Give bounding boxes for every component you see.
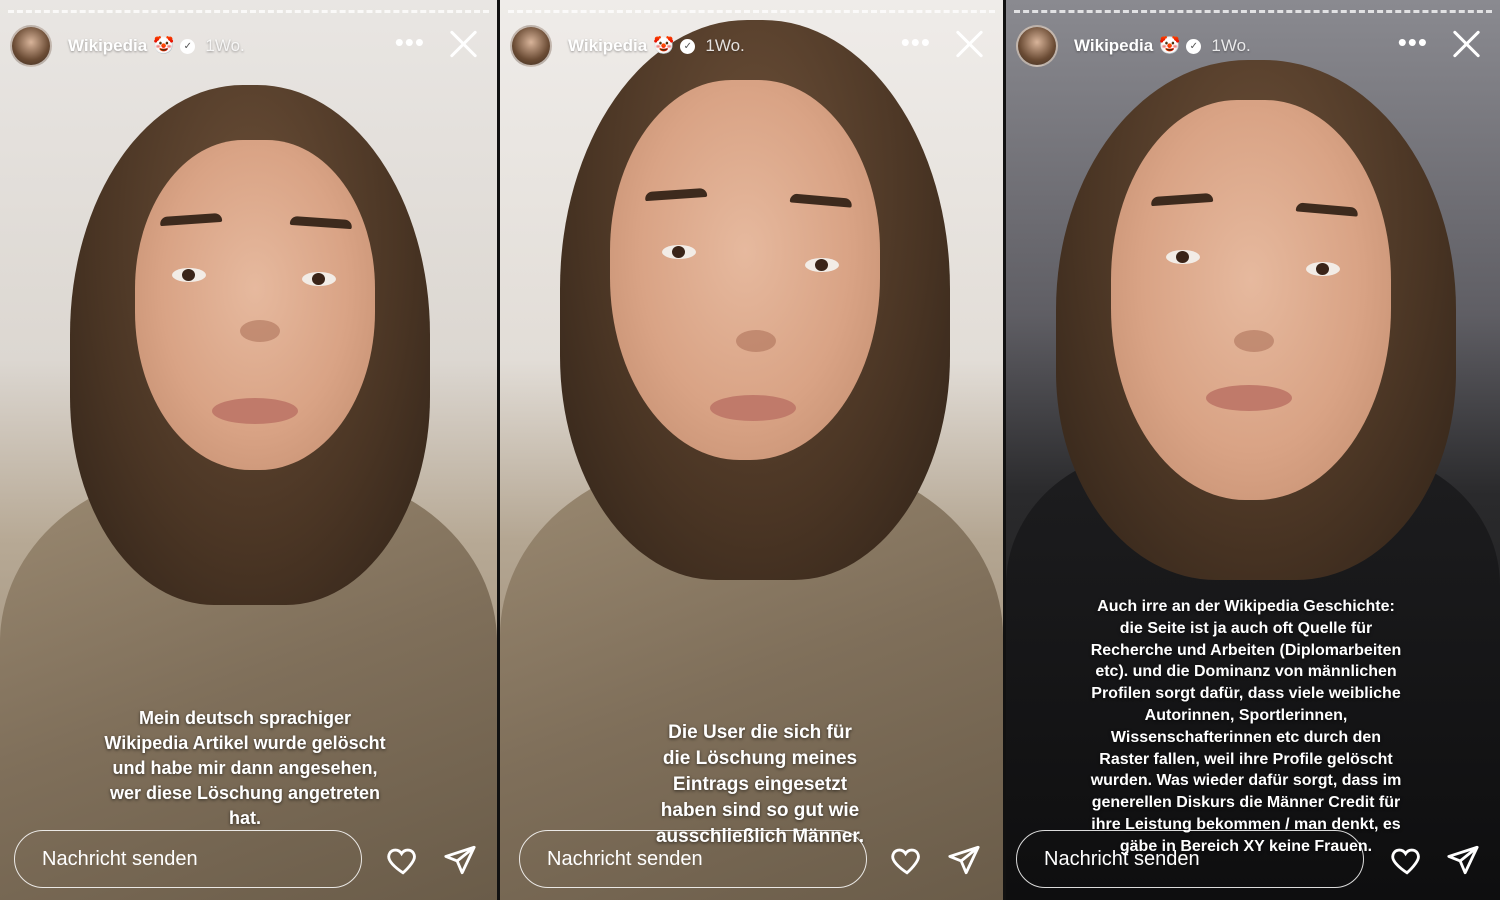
story-panel-3[interactable]: Wikipedia 🤡 ✓ 1Wo. ••• Auch irre an der … <box>1006 0 1500 900</box>
story-panel-2[interactable]: Wikipedia 🤡 ✓ 1Wo. ••• Die User die sich… <box>500 0 1003 900</box>
story-header: Wikipedia 🤡 ✓ 1Wo. ••• <box>510 24 993 68</box>
story-progress-bar <box>8 10 489 13</box>
clown-emoji: 🤡 <box>153 36 175 55</box>
close-icon[interactable] <box>445 26 481 62</box>
more-horizontal-icon[interactable]: ••• <box>901 29 931 55</box>
mouth <box>212 398 298 424</box>
nose <box>736 330 776 352</box>
username[interactable]: Wikipedia <box>68 36 147 56</box>
send-icon[interactable] <box>1446 843 1480 877</box>
clown-emoji: 🤡 <box>653 36 675 55</box>
story-header: Wikipedia 🤡 ✓ 1Wo. ••• <box>10 24 487 68</box>
send-icon[interactable] <box>443 843 477 877</box>
story-header: Wikipedia 🤡 ✓ 1Wo. ••• <box>1016 24 1490 68</box>
avatar[interactable] <box>510 25 552 67</box>
send-icon[interactable] <box>947 843 981 877</box>
more-horizontal-icon[interactable]: ••• <box>1398 29 1428 55</box>
story-caption: Auch irre an der Wikipedia Geschichte: d… <box>1090 598 1402 855</box>
mouth <box>710 395 796 421</box>
verified-badge-icon: ✓ <box>180 38 196 54</box>
clown-emoji: 🤡 <box>1159 36 1181 55</box>
username[interactable]: Wikipedia <box>568 36 647 56</box>
close-icon[interactable] <box>1448 26 1484 62</box>
post-time: 1Wo. <box>205 36 245 55</box>
verified-badge-icon: ✓ <box>1186 38 1202 54</box>
eye <box>1166 250 1200 264</box>
story-progress-bar <box>1014 10 1492 13</box>
face <box>1111 100 1391 500</box>
post-time: 1Wo. <box>705 36 745 55</box>
reply-input[interactable]: Nachricht senden <box>1016 830 1364 888</box>
more-horizontal-icon[interactable]: ••• <box>395 29 425 55</box>
close-icon[interactable] <box>951 26 987 62</box>
heart-icon[interactable] <box>1390 843 1424 877</box>
mouth <box>1206 385 1292 411</box>
eye <box>1306 262 1340 276</box>
avatar[interactable] <box>1016 25 1058 67</box>
nose <box>240 320 280 342</box>
heart-icon[interactable] <box>386 843 420 877</box>
avatar[interactable] <box>10 25 52 67</box>
reply-input[interactable]: Nachricht senden <box>14 830 362 888</box>
story-progress-bar <box>508 10 995 13</box>
story-panel-1[interactable]: Wikipedia 🤡 ✓ 1Wo. ••• Mein deutsch spra… <box>0 0 497 900</box>
username[interactable]: Wikipedia <box>1074 36 1153 56</box>
eye <box>172 268 206 282</box>
eye <box>805 258 839 272</box>
nose <box>1234 330 1274 352</box>
eye <box>662 245 696 259</box>
reply-input[interactable]: Nachricht senden <box>519 830 867 888</box>
heart-icon[interactable] <box>890 843 924 877</box>
post-time: 1Wo. <box>1211 36 1251 55</box>
verified-badge-icon: ✓ <box>680 38 696 54</box>
story-caption: Mein deutsch sprachiger Wikipedia Artike… <box>104 708 386 828</box>
eye <box>302 272 336 286</box>
